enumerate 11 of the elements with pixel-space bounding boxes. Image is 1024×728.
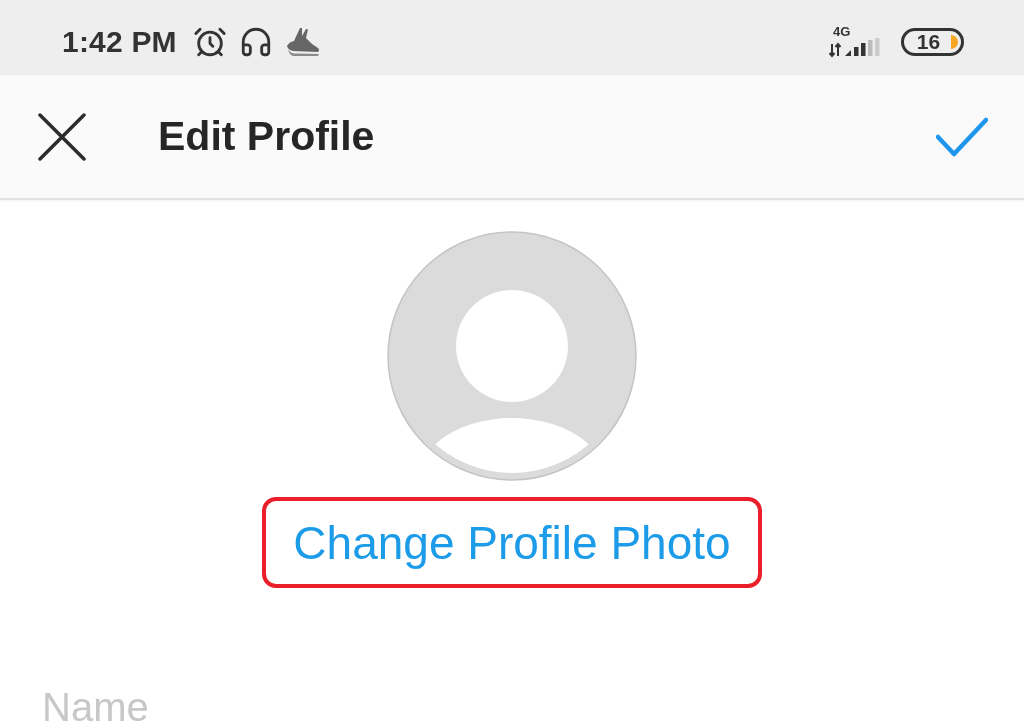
checkmark-icon [936,116,988,157]
sneaker-icon [284,26,321,57]
name-field[interactable]: Name [40,684,442,728]
network-type-label: 4G [833,25,851,38]
battery-indicator: 16 [901,27,964,56]
save-button[interactable] [936,116,988,157]
close-icon [38,112,86,161]
close-button[interactable] [38,112,86,161]
clock-time: 1:42 PM [62,24,177,59]
screen-title: Edit Profile [158,113,375,160]
change-profile-photo-link[interactable]: Change Profile Photo [291,515,733,570]
